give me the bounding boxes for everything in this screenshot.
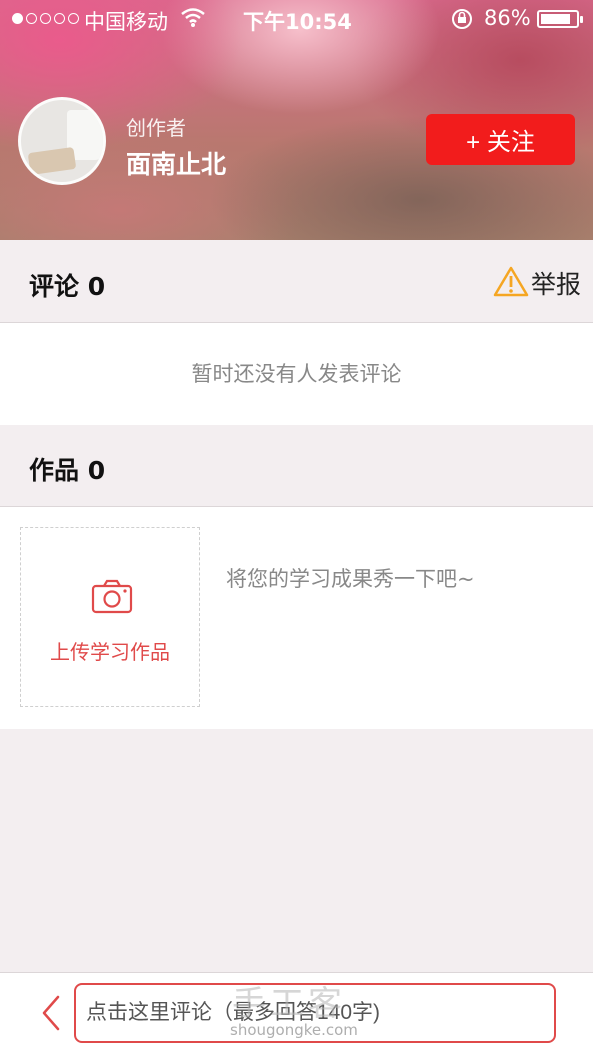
author-name[interactable]: 面南止北 — [126, 145, 226, 181]
creator-role-label: 创作者 — [126, 116, 186, 140]
works-section: 上传学习作品 将您的学习成果秀一下吧~ — [0, 507, 593, 729]
comment-input[interactable]: 点击这里评论（最多回答140字) — [74, 983, 556, 1043]
upload-work-button[interactable]: 上传学习作品 — [20, 527, 200, 707]
battery-percentage: 86% — [484, 6, 531, 30]
comments-title: 评论 0 — [29, 272, 106, 301]
works-title: 作品 0 — [29, 456, 106, 485]
avatar[interactable] — [18, 97, 106, 185]
empty-comments-message: 暂时还没有人发表评论 — [0, 323, 593, 425]
works-hint: 将您的学习成果秀一下吧~ — [226, 567, 475, 591]
signal-strength-icon — [12, 13, 79, 24]
status-time: 下午10:54 — [243, 10, 352, 34]
status-bar: 中国移动 下午10:54 86% — [0, 0, 593, 40]
profile-header: 中国移动 下午10:54 86% 创作者 面南止北 + 关注 — [0, 0, 593, 240]
back-button[interactable] — [36, 993, 66, 1033]
upload-work-label: 上传学习作品 — [50, 640, 170, 664]
carrier-name: 中国移动 — [84, 10, 168, 34]
comment-bar: 点击这里评论（最多回答140字) 手工客 shougongke.com — [0, 972, 593, 1053]
works-section-header: 作品 0 — [0, 425, 593, 507]
follow-button[interactable]: + 关注 — [426, 114, 575, 165]
wifi-icon — [180, 6, 206, 33]
chevron-left-icon — [42, 995, 60, 1031]
comments-section-header: 评论 0 举报 — [0, 241, 593, 323]
battery-icon — [537, 10, 583, 28]
report-button[interactable]: 举报 — [493, 265, 581, 301]
warning-triangle-icon — [493, 265, 529, 301]
report-label: 举报 — [530, 270, 581, 299]
orientation-lock-icon — [450, 6, 474, 35]
